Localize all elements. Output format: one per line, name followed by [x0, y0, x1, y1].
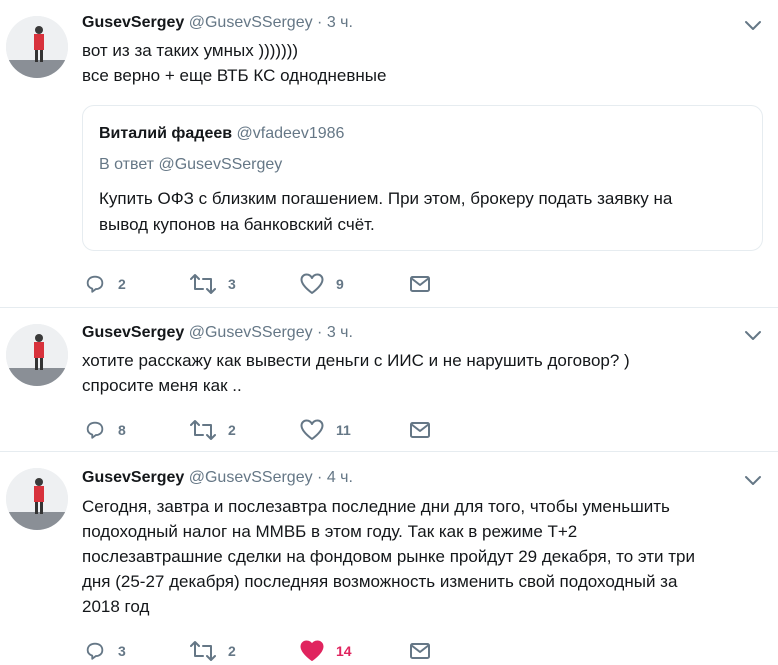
like-count: 11	[336, 422, 351, 438]
retweet-button[interactable]: 2	[190, 418, 236, 442]
timestamp[interactable]: 3 ч.	[327, 324, 353, 341]
tweet-text: хотите расскажу как вывести деньги с ИИС…	[82, 348, 630, 398]
reply-button[interactable]: 2	[84, 272, 126, 296]
message-button[interactable]	[409, 418, 431, 442]
like-button[interactable]: 14	[300, 639, 352, 663]
timestamp[interactable]: 3 ч.	[327, 14, 353, 31]
reply-icon	[84, 273, 106, 295]
tweet-text: Сегодня, завтра и послезавтра последние …	[82, 494, 695, 619]
tweet-text-line: 2018 год	[82, 597, 150, 616]
chevron-down-icon[interactable]	[740, 471, 766, 491]
reply-count: 3	[118, 643, 126, 659]
avatar[interactable]	[6, 16, 68, 78]
chevron-down-icon[interactable]	[740, 16, 766, 36]
author-name[interactable]: GusevSergey	[82, 14, 184, 31]
quoted-tweet[interactable]: Виталий фадеев @vfadeev1986 В ответ @Gus…	[82, 105, 763, 251]
quoted-text-line: вывод купонов на банковский счёт.	[99, 215, 375, 234]
retweet-button[interactable]: 3	[190, 272, 236, 296]
quoted-author-name[interactable]: Виталий фадеев	[99, 125, 232, 142]
tweet-text-line: все верно + еще ВТБ КС однодневные	[82, 66, 387, 85]
action-bar: 2 3 9	[82, 272, 482, 296]
retweet-count: 2	[228, 643, 236, 659]
reply-button[interactable]: 3	[84, 639, 126, 663]
separator-dot: ·	[317, 324, 323, 341]
reply-button[interactable]: 8	[84, 418, 126, 442]
action-bar: 8 2 11	[82, 418, 482, 442]
separator-dot: ·	[317, 469, 323, 486]
reply-icon	[84, 419, 106, 441]
author-name[interactable]: GusevSergey	[82, 324, 184, 341]
retweet-icon	[190, 419, 216, 441]
like-button[interactable]: 9	[300, 272, 344, 296]
like-icon	[300, 419, 324, 441]
tweet-text-line: Сегодня, завтра и послезавтра последние …	[82, 497, 670, 516]
quoted-tweet-text: Купить ОФЗ с близким погашением. При это…	[99, 186, 672, 238]
author-handle[interactable]: @GusevSSergey	[189, 14, 313, 31]
tweet-text: вот из за таких умных ))))))) все верно …	[82, 38, 386, 88]
separator-dot: ·	[317, 14, 323, 31]
reply-to-label: В ответ @GusevSSergey	[99, 156, 283, 173]
retweet-count: 3	[228, 276, 236, 292]
message-button[interactable]	[409, 639, 431, 663]
tweet-text-line: хотите расскажу как вывести деньги с ИИС…	[82, 351, 630, 370]
author-handle[interactable]: @GusevSSergey	[189, 324, 313, 341]
avatar[interactable]	[6, 468, 68, 530]
reply-count: 8	[118, 422, 126, 438]
author-handle[interactable]: @GusevSSergey	[189, 469, 313, 486]
quoted-text-line: Купить ОФЗ с близким погашением. При это…	[99, 189, 673, 208]
tweet-text-line: спросите меня как ..	[82, 376, 242, 395]
retweet-icon	[190, 273, 216, 295]
tweet-text-line: подоходный налог на ММВБ в этом году. Та…	[82, 522, 578, 541]
avatar[interactable]	[6, 324, 68, 386]
message-icon	[409, 274, 431, 294]
message-button[interactable]	[409, 272, 431, 296]
author-name[interactable]: GusevSergey	[82, 469, 184, 486]
like-button[interactable]: 11	[300, 418, 351, 442]
tweet-text-line: вот из за таких умных )))))))	[82, 41, 299, 60]
reply-count: 2	[118, 276, 126, 292]
retweet-icon	[190, 640, 216, 662]
quoted-author-handle[interactable]: @vfadeev1986	[237, 125, 345, 142]
tweet-1[interactable]: GusevSergey @GusevSSergey · 3 ч. вот из …	[0, 0, 778, 307]
chevron-down-icon[interactable]	[740, 326, 766, 346]
retweet-count: 2	[228, 422, 236, 438]
like-count: 14	[336, 643, 352, 659]
action-bar: 3 2 14	[82, 639, 482, 663]
like-icon	[300, 640, 324, 662]
reply-icon	[84, 640, 106, 662]
like-icon	[300, 273, 324, 295]
timestamp[interactable]: 4 ч.	[327, 469, 353, 486]
tweet-2[interactable]: GusevSergey @GusevSSergey · 3 ч. хотите …	[0, 308, 778, 451]
like-count: 9	[336, 276, 344, 292]
tweet-text-line: дня (25-27 декабря) последняя возможност…	[82, 572, 678, 591]
message-icon	[409, 420, 431, 440]
retweet-button[interactable]: 2	[190, 639, 236, 663]
message-icon	[409, 641, 431, 661]
tweet-3[interactable]: GusevSergey @GusevSSergey · 4 ч. Сегодня…	[0, 452, 778, 665]
tweet-text-line: послезавтрашние сделки на фондовом рынке…	[82, 547, 695, 566]
